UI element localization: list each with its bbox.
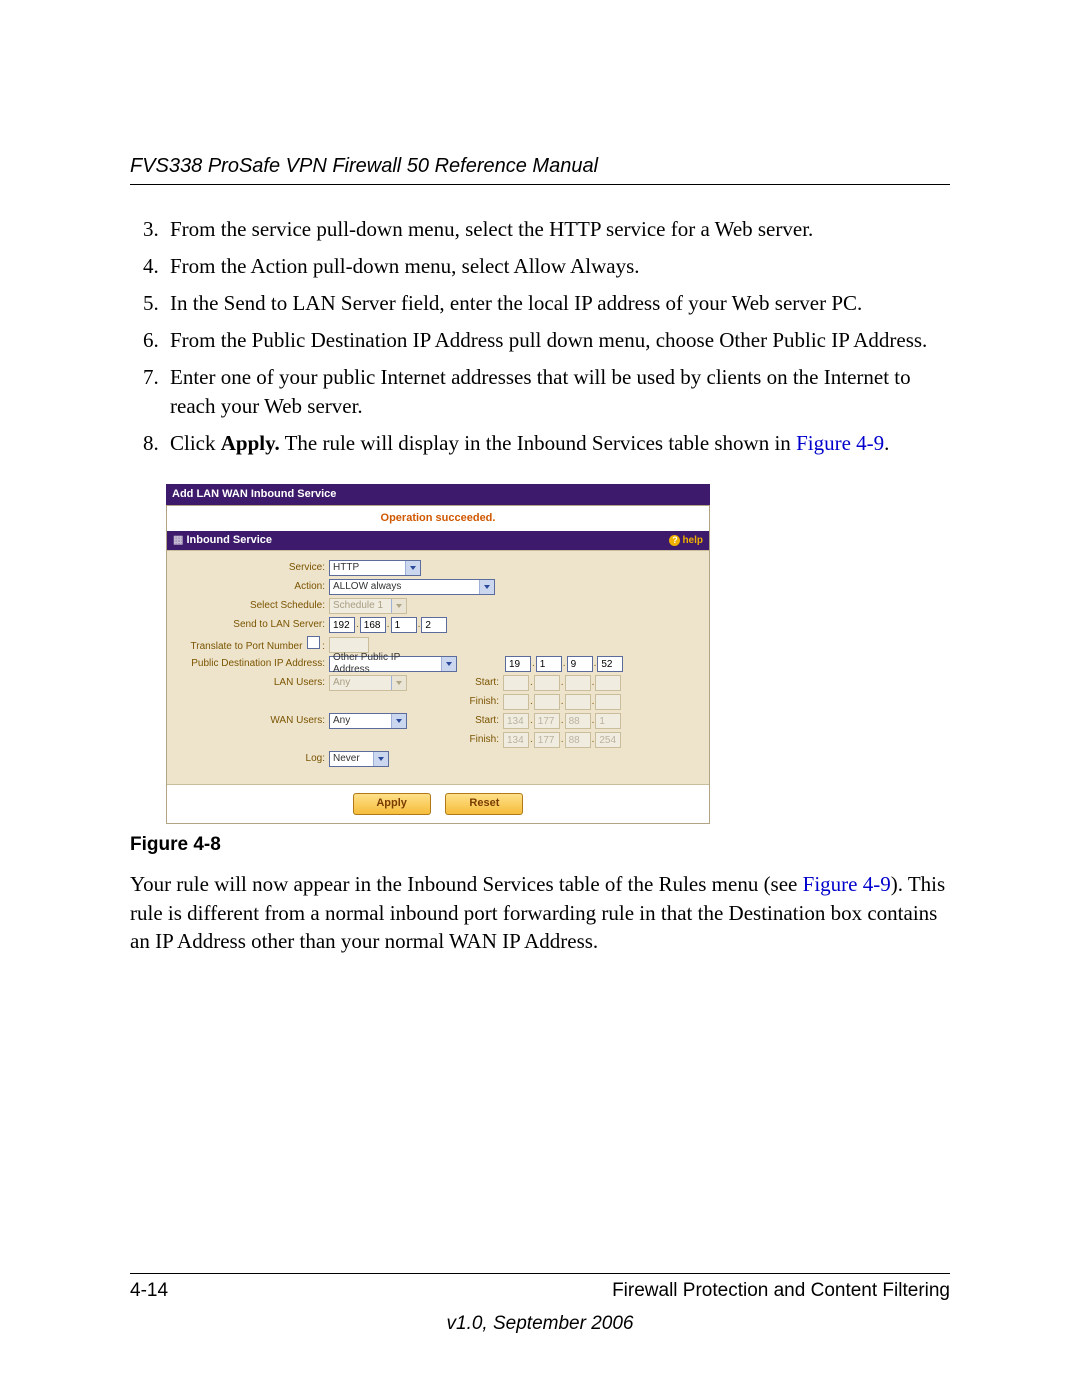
sendto-oct4[interactable] (421, 617, 447, 633)
step-text: From the Public Destination IP Address p… (170, 328, 927, 352)
wanusers-select[interactable]: Any (329, 713, 407, 729)
figure-link-2[interactable]: Figure 4-9 (803, 872, 891, 896)
chapter-title: Firewall Protection and Content Filterin… (612, 1280, 950, 1302)
service-select[interactable]: HTTP (329, 560, 421, 576)
wan-start-label: Start: (455, 715, 503, 727)
log-label: Log: (175, 753, 329, 765)
translate-port-input (329, 637, 369, 653)
log-value: Never (333, 753, 360, 765)
wan-start-2 (534, 713, 560, 729)
step-3: From the service pull-down menu, select … (164, 215, 950, 244)
chevron-down-icon (405, 561, 420, 575)
chevron-down-icon (391, 676, 406, 690)
log-select[interactable]: Never (329, 751, 389, 767)
wan-start-1 (503, 713, 529, 729)
pubdest-oct2[interactable] (536, 656, 562, 672)
pubdest-oct1[interactable] (505, 656, 531, 672)
lan-finish-label: Finish: (455, 696, 503, 708)
translate-label: Translate to Port Number : (175, 636, 329, 653)
lan-start-3 (565, 675, 591, 691)
page-footer: 4-14 Firewall Protection and Content Fil… (130, 1273, 950, 1302)
help-icon: ? (669, 535, 680, 546)
lanusers-select: Any (329, 675, 407, 691)
service-label: Service: (175, 562, 329, 574)
panel-title: Add LAN WAN Inbound Service (166, 484, 710, 505)
steps-list: From the service pull-down menu, select … (130, 215, 950, 458)
chevron-down-icon (391, 714, 406, 728)
action-select[interactable]: ALLOW always (329, 579, 495, 595)
apply-button[interactable]: Apply (353, 793, 431, 814)
wan-start-3 (565, 713, 591, 729)
para-pre: Your rule will now appear in the Inbound… (130, 872, 803, 896)
reset-button[interactable]: Reset (445, 793, 523, 814)
sendto-oct1[interactable] (329, 617, 355, 633)
step-5: In the Send to LAN Server field, enter t… (164, 289, 950, 318)
service-value: HTTP (333, 562, 359, 574)
lan-finish-3 (565, 694, 591, 710)
chevron-down-icon (373, 752, 388, 766)
pubdest-select[interactable]: Other Public IP Address (329, 656, 457, 672)
chevron-down-icon (441, 657, 456, 671)
lan-finish-4 (595, 694, 621, 710)
step-pre: Click (170, 431, 221, 455)
step-post2: . (884, 431, 889, 455)
step-bold: Apply. (221, 431, 280, 455)
success-message: Operation succeeded. (167, 506, 709, 531)
lanusers-label: LAN Users: (175, 677, 329, 689)
wan-start-4 (595, 713, 621, 729)
translate-checkbox[interactable] (307, 636, 320, 649)
step-text: From the service pull-down menu, select … (170, 217, 813, 241)
help-label: help (682, 535, 703, 546)
step-text: Enter one of your public Internet addres… (170, 365, 911, 418)
wan-finish-3 (565, 732, 591, 748)
schedule-value: Schedule 1 (333, 600, 383, 612)
wan-finish-1 (503, 732, 529, 748)
step-7: Enter one of your public Internet addres… (164, 363, 950, 421)
chevron-down-icon (391, 599, 406, 613)
step-4: From the Action pull-down menu, select A… (164, 252, 950, 281)
sendto-label: Send to LAN Server: (175, 619, 329, 631)
lan-finish-1 (503, 694, 529, 710)
lan-start-2 (534, 675, 560, 691)
wan-finish-4 (595, 732, 621, 748)
sendto-oct2[interactable] (360, 617, 386, 633)
step-text: From the Action pull-down menu, select A… (170, 254, 640, 278)
figure-link[interactable]: Figure 4-9 (796, 431, 884, 455)
step-6: From the Public Destination IP Address p… (164, 326, 950, 355)
wan-finish-2 (534, 732, 560, 748)
page-number: 4-14 (130, 1280, 168, 1302)
section-title: ▦ Inbound Service (173, 534, 272, 547)
figure-caption: Figure 4-8 (130, 834, 950, 856)
action-value: ALLOW always (333, 581, 401, 593)
running-header: FVS338 ProSafe VPN Firewall 50 Reference… (130, 155, 950, 185)
wanusers-value: Any (333, 715, 350, 727)
schedule-label: Select Schedule: (175, 600, 329, 612)
translate-label-text: Translate to Port Number (191, 641, 303, 652)
pubdest-oct3[interactable] (567, 656, 593, 672)
embedded-panel: Add LAN WAN Inbound Service Operation su… (166, 484, 710, 824)
sendto-oct3[interactable] (391, 617, 417, 633)
step-8: Click Apply. The rule will display in th… (164, 429, 950, 458)
body-paragraph: Your rule will now appear in the Inbound… (130, 870, 950, 957)
lan-finish-2 (534, 694, 560, 710)
pubdest-value: Other Public IP Address (333, 652, 437, 676)
section-title-text: Inbound Service (186, 534, 272, 546)
lan-start-4 (595, 675, 621, 691)
lan-start-1 (503, 675, 529, 691)
pubdest-label: Public Destination IP Address: (175, 658, 329, 670)
lanusers-value: Any (333, 677, 350, 689)
chevron-down-icon (479, 580, 494, 594)
pubdest-oct4[interactable] (597, 656, 623, 672)
schedule-select: Schedule 1 (329, 598, 407, 614)
help-link[interactable]: ?help (669, 535, 703, 547)
action-label: Action: (175, 581, 329, 593)
wan-finish-label: Finish: (455, 734, 503, 746)
doc-version: v1.0, September 2006 (0, 1313, 1080, 1335)
step-post: The rule will display in the Inbound Ser… (280, 431, 796, 455)
step-text: In the Send to LAN Server field, enter t… (170, 291, 862, 315)
lan-start-label: Start: (455, 677, 503, 689)
wanusers-label: WAN Users: (175, 715, 329, 727)
